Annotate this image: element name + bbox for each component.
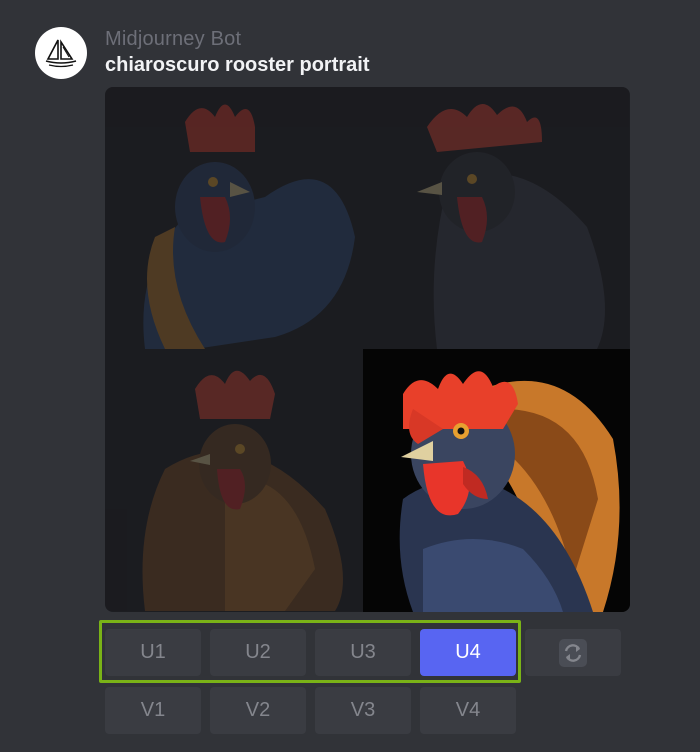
refresh-icon bbox=[559, 638, 587, 667]
upscale-button-u3[interactable]: U3 bbox=[315, 629, 411, 676]
image-tile-1[interactable] bbox=[105, 87, 367, 349]
sailboat-icon bbox=[45, 39, 77, 68]
variation-button-v1[interactable]: V1 bbox=[105, 687, 201, 734]
upscale-button-row: U1 U2 U3 U4 bbox=[105, 629, 621, 676]
author-name[interactable]: Midjourney Bot bbox=[105, 28, 241, 51]
variation-button-row: V1 V2 V3 V4 bbox=[105, 687, 516, 734]
image-tile-4[interactable] bbox=[363, 349, 630, 612]
prompt-text: chiaroscuro rooster portrait bbox=[105, 54, 370, 76]
variation-button-v3[interactable]: V3 bbox=[315, 687, 411, 734]
upscale-button-u2[interactable]: U2 bbox=[210, 629, 306, 676]
image-tile-2[interactable] bbox=[367, 87, 629, 349]
variation-button-v2[interactable]: V2 bbox=[210, 687, 306, 734]
upscale-button-u4[interactable]: U4 bbox=[420, 629, 516, 676]
bot-avatar[interactable] bbox=[35, 27, 87, 79]
upscale-button-u1[interactable]: U1 bbox=[105, 629, 201, 676]
image-grid[interactable] bbox=[105, 87, 630, 612]
image-tile-3[interactable] bbox=[105, 349, 367, 611]
reroll-button[interactable] bbox=[525, 629, 621, 676]
variation-button-v4[interactable]: V4 bbox=[420, 687, 516, 734]
